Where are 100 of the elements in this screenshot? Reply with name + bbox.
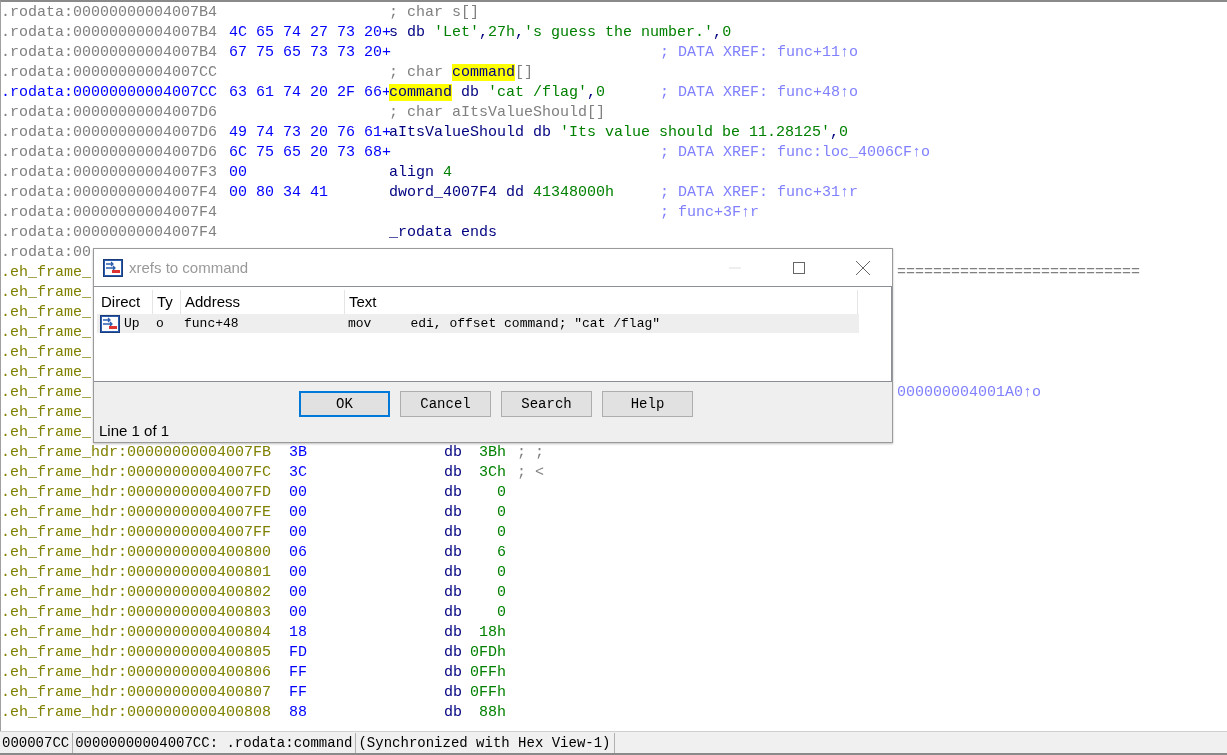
hex-bytes: 00 <box>289 503 308 523</box>
mnemonic-text: db <box>444 683 463 703</box>
address-text: .rodata:00 <box>1 244 91 261</box>
status-text: (Synchronized with Hex View-1) <box>356 732 615 753</box>
hex-bytes: 6C 75 65 20 73 68+ <box>229 143 389 163</box>
operand-text: 0 <box>496 583 506 603</box>
address-text: .rodata:00000000004007F4 <box>1 223 219 243</box>
table-cell-text: func+48 <box>183 316 240 331</box>
instruction-text: ; char s[] <box>389 4 479 21</box>
xrefs-icon <box>103 258 123 277</box>
address-text: .rodata:00000000004007F4 <box>1 203 219 223</box>
hex-bytes: 06 <box>289 543 308 563</box>
address-text: .eh_frame_hdr:0000000000400802 <box>1 583 273 603</box>
address-text: .eh_frame_ <box>1 304 91 321</box>
address-text: .eh_frame_hdr:00000000004007FD <box>1 483 273 503</box>
listing-text: 000000004001A0↑o <box>897 383 1042 403</box>
mnemonic-text: db <box>444 443 463 463</box>
maximize-icon <box>793 261 805 274</box>
table-cell: Up <box>124 316 140 331</box>
hex-bytes: 00 <box>229 163 248 183</box>
operand-text: 0 <box>496 603 506 623</box>
comment-text: ; DATA XREF: func:loc_4006CF↑o <box>660 143 931 163</box>
mnemonic-text: db <box>444 543 463 563</box>
instruction-text: s db 'Let',27h,'s guess the number.',0 <box>389 24 732 41</box>
address-text: .rodata:00000000004007D6 <box>1 123 219 143</box>
address-text: .eh_frame_hdr:0000000000400804 <box>1 623 273 643</box>
hex-bytes: FF <box>289 663 308 683</box>
dialog-button[interactable]: Search <box>501 391 592 417</box>
mnemonic-text: db <box>444 523 463 543</box>
address-text: .eh_frame_hdr:00000000004007FC <box>1 463 273 483</box>
mnemonic-text: db <box>444 603 463 623</box>
mnemonic-text: db <box>444 643 463 663</box>
instruction-text: ; char aItsValueShould[] <box>389 104 606 121</box>
mnemonic-text: db <box>444 703 463 723</box>
hex-bytes: 3B <box>289 443 308 463</box>
address-text: .eh_frame_hdr:0000000000400807 <box>1 683 273 703</box>
address-text: .eh_frame_ <box>1 404 91 421</box>
hex-bytes: FF <box>289 683 308 703</box>
dialog-button[interactable]: Cancel <box>400 391 491 417</box>
instruction-text: aItsValueShould db 'Its value should be 11.28125',0 <box>389 124 849 141</box>
mnemonic-text: db <box>444 483 463 503</box>
operand-text: 88h <box>478 703 506 723</box>
address-text: .eh_frame_hdr:0000000000400800 <box>1 543 273 563</box>
hex-bytes: 00 <box>289 603 308 623</box>
dialog-button[interactable]: OK <box>299 391 390 417</box>
address-text: .eh_frame_hdr:0000000000400801 <box>1 563 273 583</box>
hex-bytes: 00 <box>289 523 308 543</box>
operand-text: 0 <box>496 483 506 503</box>
address-text: .eh_frame_hdr:00000000004007FE <box>1 503 273 523</box>
mnemonic-text: db <box>444 563 463 583</box>
address-text: .eh_frame_hdr:0000000000400806 <box>1 663 273 683</box>
address-text: .eh_frame_hdr:00000000004007FF <box>1 523 273 543</box>
operand-text: 6 <box>496 543 506 563</box>
mnemonic-text: db <box>444 503 463 523</box>
address-text: .eh_frame_hdr:0000000000400805 <box>1 643 273 663</box>
address-text: .eh_frame_ <box>1 424 91 441</box>
address-text: .rodata:00000000004007F3 <box>1 163 219 183</box>
address-text: .eh_frame_hdr:00000000004007FB <box>1 443 273 463</box>
address-text: .eh_frame_ <box>1 264 91 281</box>
comment-text: ; DATA XREF: func+11↑o <box>660 43 859 63</box>
address-text: .eh_frame_ <box>1 344 91 361</box>
instruction-text: dword_4007F4 dd 41348000h <box>389 184 615 201</box>
mnemonic-text: db <box>444 663 463 683</box>
hex-bytes: 00 80 34 41 <box>229 183 330 203</box>
operand-text: 0 <box>496 563 506 583</box>
instruction-text: _rodata ends <box>389 224 498 241</box>
hex-bytes: 00 <box>289 563 308 583</box>
address-text: .rodata:00000000004007D6 <box>1 143 219 163</box>
operand-text: 0 <box>496 503 506 523</box>
address-text: .rodata:00000000004007CC <box>1 63 219 83</box>
address-text: .eh_frame_ <box>1 284 91 301</box>
address-text: .rodata:00000000004007B4 <box>1 23 219 43</box>
hex-bytes: 67 75 65 73 73 20+ <box>229 43 389 63</box>
operand-text: 0 <box>496 523 506 543</box>
mnemonic-text: db <box>444 463 463 483</box>
instruction-text: align 4 <box>389 164 453 181</box>
table-cell-text: mov edi, offset command; "cat /flag" <box>347 316 662 331</box>
dialog-button[interactable]: Help <box>602 391 693 417</box>
hex-bytes: 4C 65 74 27 73 20+ <box>229 23 389 43</box>
operand-text: 0FDh <box>469 643 506 663</box>
instruction-text: command db 'cat /flag',0 <box>389 84 606 101</box>
address-text: .eh_frame_ <box>1 364 91 381</box>
status-text: 000007CC <box>0 732 74 753</box>
comment-text: ; func+3F↑r <box>660 203 760 223</box>
operand-text: 3Ch <box>478 463 506 483</box>
comment-text: ; DATA XREF: func+31↑r <box>660 183 859 203</box>
window-title: xrefs to command <box>129 259 250 276</box>
address-text: .eh_frame_ <box>1 324 91 341</box>
hex-bytes: 18 <box>289 623 308 643</box>
close-icon <box>856 260 870 275</box>
listing-text: =========================== <box>897 263 1141 283</box>
hex-bytes: 63 61 74 20 2F 66+ <box>229 83 389 103</box>
operand-text: 0FFh <box>469 683 506 703</box>
comment-text: ; < <box>517 463 544 483</box>
address-text: .rodata:00000000004007D6 <box>1 103 219 123</box>
address-text: .eh_frame_hdr:0000000000400808 <box>1 703 273 723</box>
mnemonic-text: db <box>444 623 463 643</box>
operand-text: 0FFh <box>469 663 506 683</box>
xref-row[interactable]: Up o func+48 mov edi, offset command; "cat /flag" <box>97 314 859 333</box>
operand-text: 18h <box>478 623 506 643</box>
